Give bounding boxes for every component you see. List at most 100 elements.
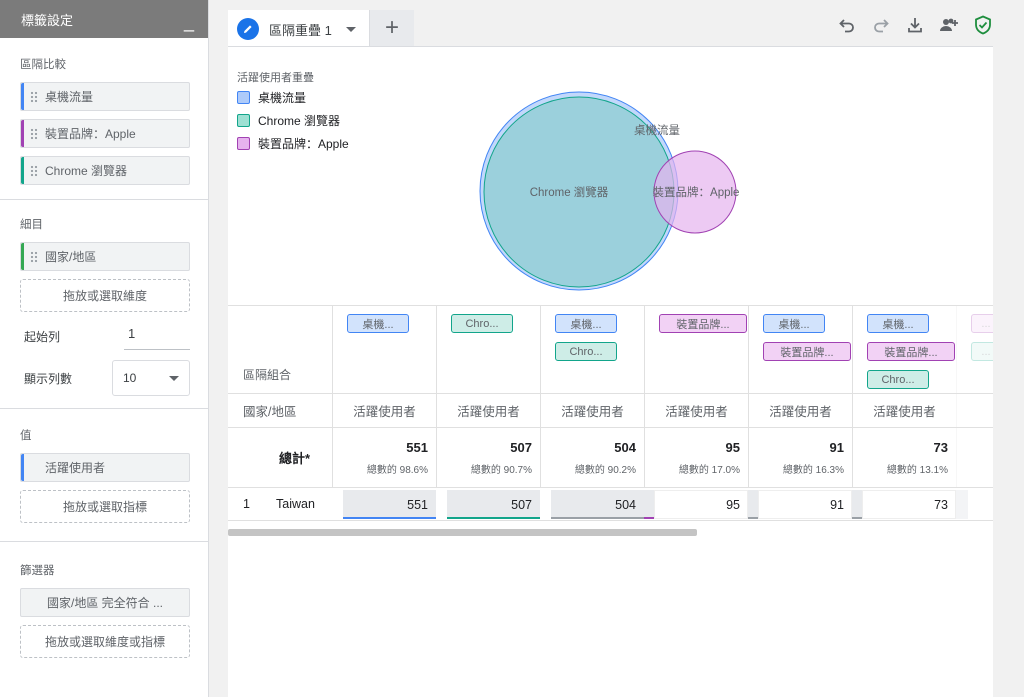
breakdown-chip-country[interactable]: 國家/地區 [20, 242, 190, 271]
verified-shield-icon[interactable] [972, 14, 994, 36]
drag-handle-icon[interactable] [30, 127, 38, 140]
heat-bar [852, 490, 862, 519]
column-header[interactable]: 裝置品牌... [644, 306, 748, 393]
segment-tag[interactable]: 桌機... [763, 314, 825, 333]
column-header[interactable]: Chro... [436, 306, 540, 393]
segment-tag[interactable]: 桌機... [347, 314, 409, 333]
values-section: 值 活躍使用者 拖放或選取指標 [0, 409, 208, 542]
segment-header-row: 區隔組合 桌機... Chro... 桌機... Chro... 裝置品牌...… [228, 305, 993, 394]
legend-item-apple[interactable]: 裝置品牌：Apple [237, 135, 349, 152]
legend-item-desktop[interactable]: 桌機流量 [237, 89, 349, 106]
overlap-table: 區隔組合 桌機... Chro... 桌機... Chro... 裝置品牌...… [228, 305, 993, 521]
filter-chip-country[interactable]: 國家/地區 完全符合 ... [20, 588, 190, 617]
segment-tag[interactable]: ... [971, 342, 993, 361]
venn-label-chrome: Chrome 瀏覽器 [530, 185, 609, 199]
rows-count-label: 顯示列數 [24, 371, 73, 386]
segment-tag[interactable]: 裝置品牌... [867, 342, 955, 361]
total-percent: 總數的 16.3% [782, 464, 844, 476]
value-label: 活躍使用者 [45, 461, 106, 475]
total-cell [956, 428, 993, 487]
add-tab-button[interactable]: + [369, 10, 414, 46]
table-row[interactable]: 1 Taiwan 551 507 504 95 91 73 [228, 488, 993, 521]
venn-diagram: 桌機流量 Chrome 瀏覽器 裝置品牌：Apple [479, 91, 739, 291]
total-percent: 總數的 17.0% [678, 464, 740, 476]
metric-header[interactable]: 活躍使用者 [332, 394, 436, 427]
section-title: 值 [20, 430, 32, 442]
horizontal-scrollbar[interactable] [228, 529, 993, 536]
value-cell: 507 [436, 488, 540, 521]
legend-label: 裝置品牌：Apple [258, 137, 349, 151]
column-header[interactable]: 桌機... Chro... [540, 306, 644, 393]
share-icon[interactable] [938, 14, 960, 36]
chart-title: 活躍使用者重疊 [237, 72, 314, 84]
drop-metric-zone[interactable]: 拖放或選取指標 [20, 490, 190, 523]
total-value: 73 [933, 439, 948, 455]
value-chip-active-users[interactable]: 活躍使用者 [20, 453, 190, 482]
drop-dimension-or-metric-zone[interactable]: 拖放或選取維度或指標 [20, 625, 190, 658]
value-cell: 73 [852, 488, 956, 521]
legend-swatch [237, 137, 250, 150]
segment-tag[interactable]: Chro... [451, 314, 513, 333]
segment-label: 裝置品牌：Apple [45, 127, 136, 141]
panel-title: 標籤設定 [21, 12, 74, 28]
segment-combo-header: 區隔組合 [228, 306, 332, 393]
download-icon[interactable] [904, 14, 926, 36]
total-value: 507 [510, 439, 532, 455]
drop-dimension-zone[interactable]: 拖放或選取維度 [20, 279, 190, 312]
drag-handle-icon[interactable] [30, 250, 38, 263]
rows-count-select[interactable]: 10 [112, 360, 190, 396]
toolbar [836, 14, 994, 36]
segment-chip-chrome[interactable]: Chrome 瀏覽器 [20, 156, 190, 185]
column-header[interactable]: ... ... [956, 306, 993, 393]
filter-label: 國家/地區 完全符合 ... [46, 596, 163, 610]
chevron-down-icon[interactable] [345, 26, 356, 32]
segment-tag[interactable]: Chro... [555, 342, 617, 361]
chart-legend: 桌機流量 Chrome 瀏覽器 裝置品牌：Apple [237, 89, 349, 158]
drag-handle-icon[interactable] [30, 90, 38, 103]
total-cell: 95 總數的 17.0% [644, 428, 748, 487]
redo-icon[interactable] [870, 14, 892, 36]
metric-header[interactable]: 活躍使用者 [852, 394, 956, 427]
pencil-icon[interactable] [237, 18, 259, 40]
drag-handle-icon[interactable] [30, 164, 38, 177]
start-row-field: 起始列 1 [24, 322, 190, 350]
tab-label: 區隔重疊 1 [269, 22, 332, 38]
legend-item-chrome[interactable]: Chrome 瀏覽器 [237, 112, 349, 129]
filters-section: 篩選器 國家/地區 完全符合 ... 拖放或選取維度或指標 [0, 542, 208, 676]
segment-chip-apple[interactable]: 裝置品牌：Apple [20, 119, 190, 148]
value-cell [956, 488, 993, 521]
metric-header[interactable]: 活躍使用者 [748, 394, 852, 427]
value-cell: 91 [748, 488, 852, 521]
segment-label: Chrome 瀏覽器 [45, 164, 128, 178]
tab-segment-overlap[interactable]: 區隔重疊 1 [228, 10, 369, 46]
start-row-input[interactable]: 1 [124, 322, 190, 350]
segment-chip-desktop[interactable]: 桌機流量 [20, 82, 190, 111]
dimension-header[interactable]: 國家/地區 [228, 394, 332, 427]
metric-header[interactable] [956, 394, 993, 427]
segment-tag[interactable]: ... [971, 314, 993, 333]
metric-header[interactable]: 活躍使用者 [644, 394, 748, 427]
row-name: Taiwan [276, 497, 315, 511]
segment-tag[interactable]: 裝置品牌... [763, 342, 851, 361]
column-header[interactable]: 桌機... 裝置品牌... Chro... [852, 306, 956, 393]
heat-bar [956, 490, 968, 519]
cell-value: 504 [615, 497, 636, 512]
column-header[interactable]: 桌機... 裝置品牌... [748, 306, 852, 393]
value-cell: 504 [540, 488, 644, 521]
chevron-down-icon [169, 375, 179, 381]
section-title: 篩選器 [20, 565, 55, 577]
metric-header[interactable]: 活躍使用者 [540, 394, 644, 427]
metric-header[interactable]: 活躍使用者 [436, 394, 540, 427]
segment-label: 桌機流量 [45, 90, 94, 104]
segment-color-bar [21, 157, 24, 184]
segment-tag[interactable]: 裝置品牌... [659, 314, 747, 333]
column-header[interactable]: 桌機... [332, 306, 436, 393]
scrollbar-thumb[interactable] [228, 529, 697, 536]
segment-tag[interactable]: 桌機... [555, 314, 617, 333]
segment-tag[interactable]: 桌機... [867, 314, 929, 333]
segment-tag[interactable]: Chro... [867, 370, 929, 389]
value-color-bar [21, 454, 24, 481]
breakdowns-section: 細目 國家/地區 拖放或選取維度 起始列 1 顯示列數 10 [0, 200, 208, 409]
undo-icon[interactable] [836, 14, 858, 36]
collapse-button[interactable]: _ [184, 13, 194, 31]
